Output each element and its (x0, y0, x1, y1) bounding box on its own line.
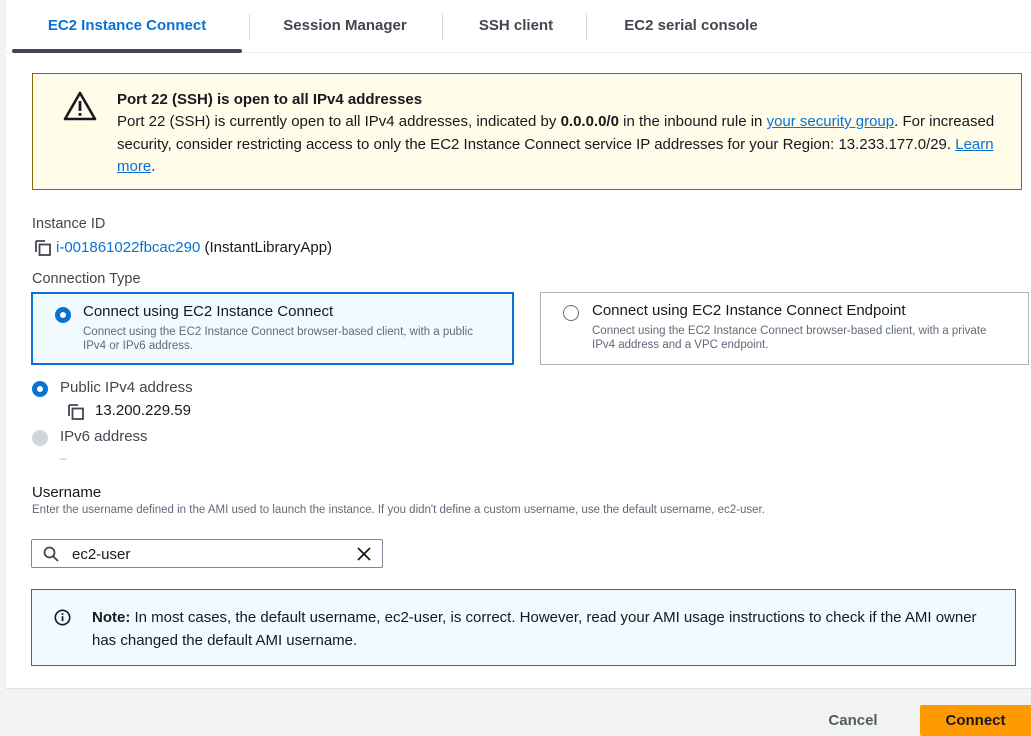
connect-button[interactable]: Connect (920, 705, 1031, 736)
tab-session-manager[interactable]: Session Manager (256, 0, 434, 52)
warning-title: Port 22 (SSH) is open to all IPv4 addres… (117, 91, 423, 108)
instance-id-link[interactable]: i-001861022fbcac290 (56, 239, 200, 256)
cancel-button[interactable]: Cancel (808, 706, 898, 736)
connection-option-instance-connect[interactable]: Connect using EC2 Instance Connect Conne… (31, 292, 514, 365)
ssh-warning-alert: Port 22 (SSH) is open to all IPv4 addres… (32, 73, 1022, 190)
option-title: Connect using EC2 Instance Connect (83, 303, 334, 320)
tab-divider (249, 14, 250, 40)
username-field[interactable] (31, 539, 383, 568)
username-description: Enter the username defined in the AMI us… (32, 504, 765, 516)
connection-type-label: Connection Type (32, 271, 141, 287)
clear-icon[interactable] (356, 546, 372, 562)
connection-option-endpoint[interactable]: Connect using EC2 Instance Connect Endpo… (540, 292, 1029, 365)
instance-id-label: Instance ID (32, 216, 106, 232)
option-title: Connect using EC2 Instance Connect Endpo… (592, 302, 906, 319)
radio-unselected[interactable] (563, 305, 579, 321)
tab-divider (586, 14, 587, 40)
tab-ec2-serial-console[interactable]: EC2 serial console (596, 0, 786, 52)
public-ipv4-label: Public IPv4 address (60, 379, 193, 396)
connect-panel: EC2 Instance Connect Session Manager SSH… (6, 0, 1031, 689)
info-icon (54, 609, 71, 626)
option-description: Connect using the EC2 Instance Connect b… (83, 326, 473, 352)
ipv6-radio-disabled (32, 430, 48, 446)
security-group-link[interactable]: your security group (767, 113, 895, 130)
copy-icon[interactable] (67, 403, 85, 421)
search-icon (43, 546, 59, 562)
instance-id: i-001861022fbcac290 (InstantLibraryApp) (56, 239, 332, 256)
tab-ec2-instance-connect[interactable]: EC2 Instance Connect (12, 0, 242, 52)
tab-bar: EC2 Instance Connect Session Manager SSH… (6, 0, 1031, 53)
ipv6-label: IPv6 address (60, 428, 148, 445)
radio-selected[interactable] (55, 307, 71, 323)
active-tab-indicator (12, 49, 242, 53)
warning-message: Port 22 (SSH) is currently open to all I… (117, 113, 995, 175)
tab-ssh-client[interactable]: SSH client (453, 0, 579, 52)
ipv6-value: – (60, 451, 67, 465)
public-ipv4-radio[interactable] (32, 381, 48, 397)
option-description: Connect using the EC2 Instance Connect b… (592, 325, 987, 351)
instance-name: (InstantLibraryApp) (204, 239, 333, 256)
public-ipv4-value: 13.200.229.59 (95, 402, 191, 419)
tab-divider (442, 14, 443, 40)
warning-icon (63, 91, 97, 121)
note-text: Note: In most cases, the default usernam… (92, 609, 977, 649)
username-label: Username (32, 484, 102, 501)
username-note-alert: Note: In most cases, the default usernam… (31, 589, 1016, 666)
username-input[interactable] (72, 544, 342, 564)
cidr-value: 0.0.0.0/0 (560, 113, 619, 130)
copy-icon[interactable] (34, 239, 52, 257)
